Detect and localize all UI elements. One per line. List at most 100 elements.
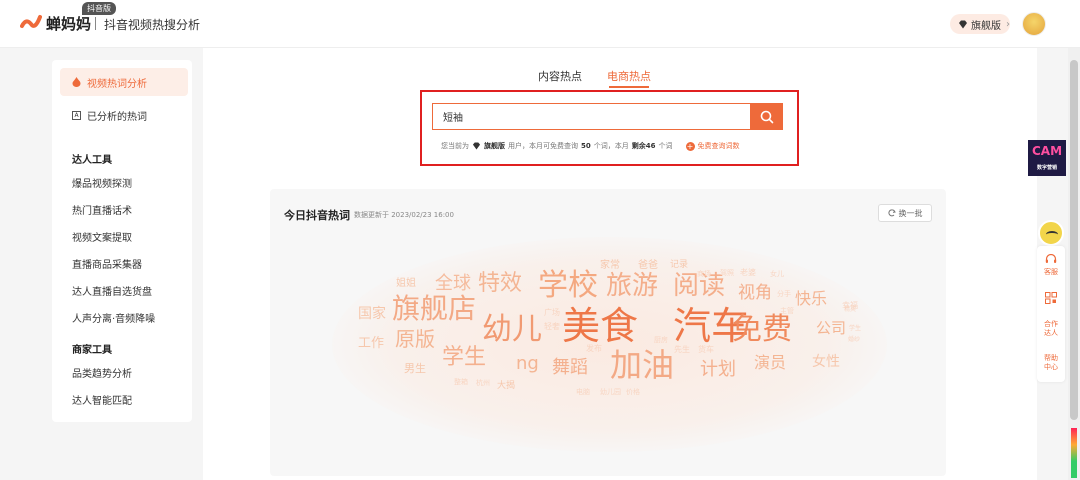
hotword[interactable]: 精英	[844, 307, 856, 313]
hotword[interactable]: 女儿	[770, 271, 784, 278]
hotword[interactable]: 快乐	[795, 291, 827, 307]
refresh-button[interactable]: 换一批	[878, 204, 932, 222]
sidebar-item-creator-match[interactable]: 达人智能匹配	[72, 392, 132, 407]
search-input[interactable]	[432, 103, 750, 130]
hotword[interactable]: ng	[516, 355, 539, 373]
app-title: 抖音视频热搜分析	[104, 18, 201, 32]
hotword[interactable]: 轻奢	[544, 323, 560, 331]
vip-label: 旗舰版	[971, 20, 1001, 32]
free-query-link[interactable]: + 免费查询词数	[685, 141, 740, 151]
hotword[interactable]: 视角	[738, 285, 772, 302]
hotword[interactable]: 分手	[777, 291, 791, 298]
audio-level-widget	[1071, 428, 1077, 478]
quota-remaining: 剩余46	[631, 142, 656, 150]
user-avatar[interactable]	[1022, 12, 1046, 36]
float-item-label: 帮助 中心	[1044, 354, 1058, 371]
scrollbar-thumb[interactable]	[1070, 60, 1078, 420]
hotword[interactable]: 广场	[544, 309, 560, 317]
hotword[interactable]: 男生	[404, 363, 426, 374]
hotword[interactable]: 全球	[435, 275, 471, 293]
hotword[interactable]: 发布	[586, 345, 602, 353]
float-item-label: 合作 达人	[1044, 320, 1058, 337]
plus-icon: +	[685, 141, 695, 151]
customer-service-button[interactable]: 客服	[1037, 253, 1065, 277]
hotword[interactable]: 国家	[358, 307, 386, 321]
qrcode-icon	[1045, 292, 1057, 304]
hotword[interactable]: 电脑	[576, 389, 590, 396]
search-button[interactable]	[750, 103, 783, 130]
main-panel: 内容热点 电商热点 您当前为 旗舰版 用户，本月可免费查询 50 个词，本月 剩…	[203, 48, 1037, 480]
hotword[interactable]: 学生	[442, 347, 486, 369]
logo-icon[interactable]	[20, 14, 42, 34]
hotword[interactable]: 特效	[478, 273, 522, 295]
hotword[interactable]: 计划	[700, 361, 736, 379]
top-header: 蝉妈妈 抖音版 抖音视频热搜分析 旗舰版 ›	[0, 0, 1080, 48]
help-center-button[interactable]: 帮助 中心	[1037, 354, 1065, 372]
quota-plan: 旗舰版	[484, 142, 505, 150]
hotword[interactable]: 先生	[674, 346, 690, 354]
hotword[interactable]: 美食	[562, 307, 638, 345]
sidebar-item-explosive-video[interactable]: 爆品视频探测	[72, 175, 132, 190]
hotword[interactable]: 婚纱	[848, 337, 860, 343]
sidebar-item-self-select[interactable]: 达人直播自选货盘	[72, 283, 152, 298]
hotword[interactable]: 工作	[358, 337, 384, 350]
quota-info: 您当前为 旗舰版 用户，本月可免费查询 50 个词，本月 剩余46 个词 + 免…	[441, 141, 740, 151]
hotword[interactable]: 价格	[626, 389, 640, 396]
hotword[interactable]: 幼儿	[482, 315, 542, 345]
hotword[interactable]: 原版	[395, 329, 435, 349]
tab-content-hot[interactable]: 内容热点	[538, 68, 582, 84]
promo-subtitle: 数字营销	[1036, 165, 1057, 171]
promo-title: CAM	[1031, 144, 1063, 158]
card-title: 今日抖音热词	[284, 209, 350, 222]
hotword[interactable]: 免费	[732, 315, 792, 345]
sidebar-item-voice-separate[interactable]: 人声分离·音频降噪	[72, 310, 155, 325]
hotword[interactable]: 老婆	[740, 269, 756, 277]
headset-icon	[1045, 253, 1057, 263]
hotword[interactable]: 货车	[698, 346, 714, 354]
sidebar-item-live-script[interactable]: 热门直播话术	[72, 202, 132, 217]
hotword[interactable]: 厨房	[654, 337, 668, 344]
brand-name[interactable]: 蝉妈妈	[46, 13, 91, 34]
quota-prefix: 您当前为	[441, 142, 469, 150]
vip-badge-button[interactable]: 旗舰版 ›	[950, 14, 1010, 34]
hotword[interactable]: 整箱	[454, 379, 468, 386]
hotword[interactable]: 旅游	[606, 273, 658, 299]
update-time: 数据更新于 2023/02/23 16:00	[354, 211, 454, 219]
sidebar-item-copy-extract[interactable]: 视频文案提取	[72, 229, 132, 244]
sidebar-item-category-trend[interactable]: 品类趋势分析	[72, 365, 132, 380]
hotword[interactable]: 主管	[780, 308, 794, 315]
hotword[interactable]: 演员	[754, 355, 786, 371]
hotword[interactable]: 幼儿园	[600, 389, 621, 396]
hotword[interactable]: 杭州	[476, 380, 490, 387]
sidebar-item-video-hotword[interactable]: 视频热词分析	[60, 68, 188, 96]
brand-tag: 抖音版	[82, 2, 116, 15]
diamond-icon	[472, 142, 481, 150]
diamond-icon	[959, 20, 967, 28]
cooperate-creator-button[interactable]: 合作 达人	[1037, 320, 1065, 338]
hotword[interactable]: 加油	[610, 349, 674, 381]
header-divider	[95, 17, 96, 30]
hotword[interactable]: 学生	[849, 326, 861, 332]
free-query-label: 免费查询词数	[697, 142, 740, 150]
sidebar-item-analyzed[interactable]: A 已分析的热词	[72, 108, 147, 123]
hotword[interactable]: 驾照	[720, 270, 734, 277]
hotword[interactable]: 爸爸	[638, 261, 658, 271]
quota-total: 50	[581, 142, 591, 150]
hotword[interactable]: 旗舰店	[392, 295, 476, 323]
hotword[interactable]: 姐姐	[396, 279, 416, 289]
hotword[interactable]: 记录	[670, 261, 688, 270]
hotword[interactable]: 舞蹈	[552, 359, 588, 377]
tab-ecommerce-hot[interactable]: 电商热点	[607, 68, 651, 84]
quota-mid: 用户，本月可免费查询	[508, 142, 578, 150]
hotword[interactable]: 学校	[538, 271, 598, 301]
refresh-icon	[887, 209, 896, 217]
sidebar-item-product-collector[interactable]: 直播商品采集器	[72, 256, 142, 271]
hotword[interactable]: 女性	[812, 355, 840, 369]
mascot-icon[interactable]	[1038, 220, 1064, 246]
hotword[interactable]: 公司	[816, 321, 846, 336]
hotword[interactable]: 商场	[697, 271, 711, 278]
hotword[interactable]: 大揭	[497, 382, 515, 391]
promo-banner[interactable]: CAM 数字营销	[1028, 140, 1066, 176]
hotword[interactable]: 家常	[600, 261, 620, 271]
qrcode-button[interactable]	[1037, 292, 1065, 307]
